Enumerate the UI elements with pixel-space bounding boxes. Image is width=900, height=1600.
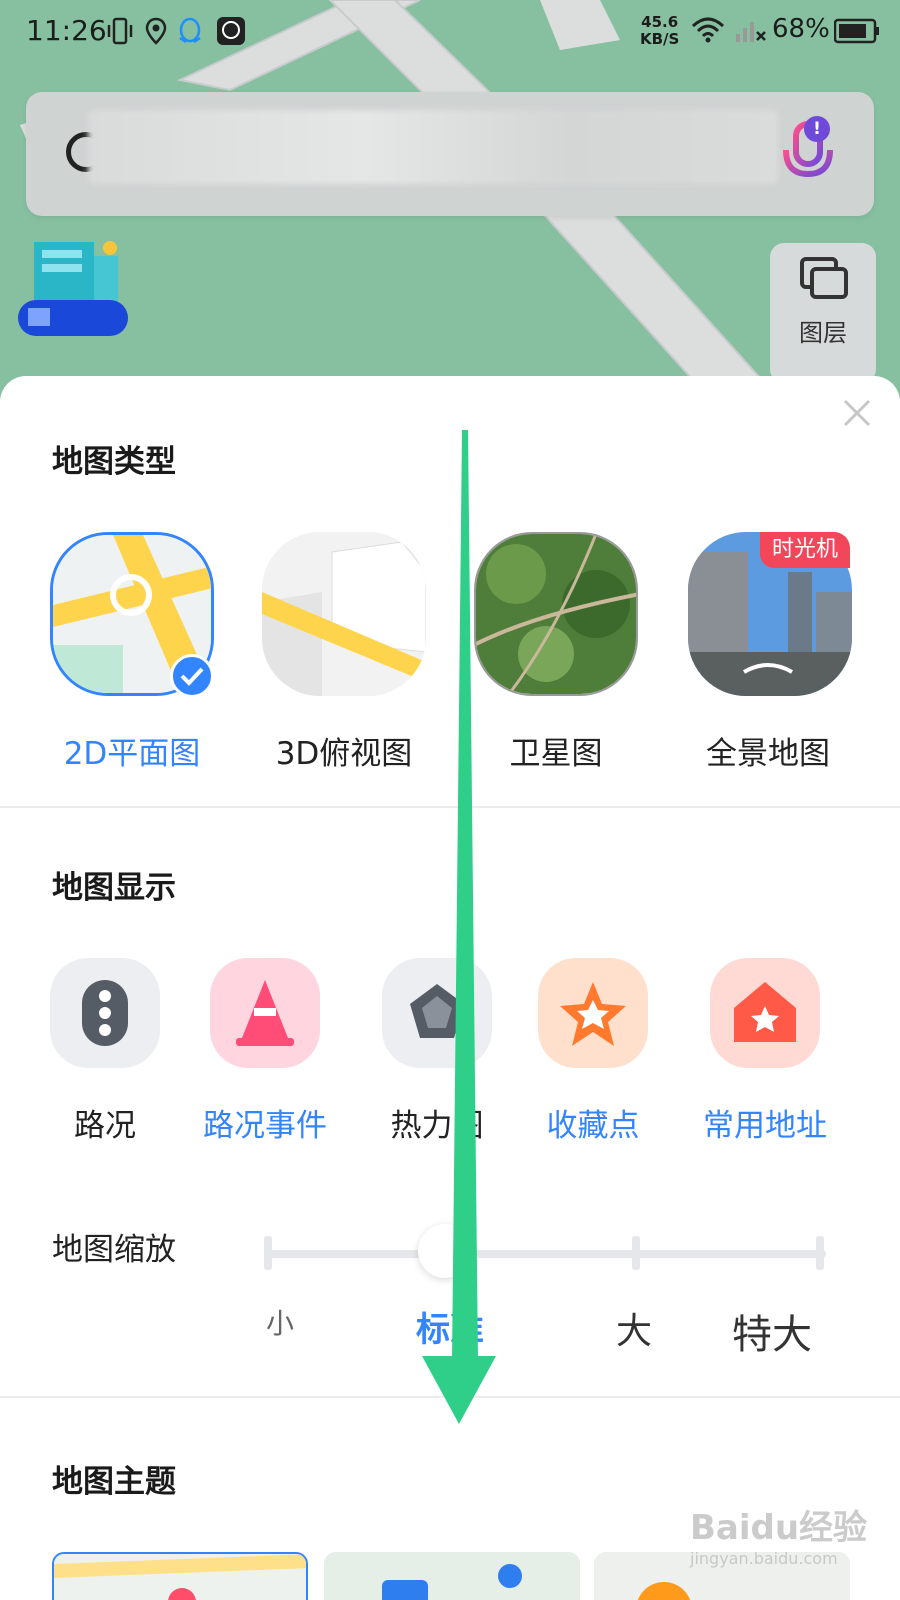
annotation-arrow [422,430,496,1424]
watermark-url: jingyan.baidu.com [690,1549,838,1568]
baidu-watermark: Baidu经验 jingyan.baidu.com [690,1500,867,1568]
watermark-brand: Baidu经验 [690,1508,868,1548]
